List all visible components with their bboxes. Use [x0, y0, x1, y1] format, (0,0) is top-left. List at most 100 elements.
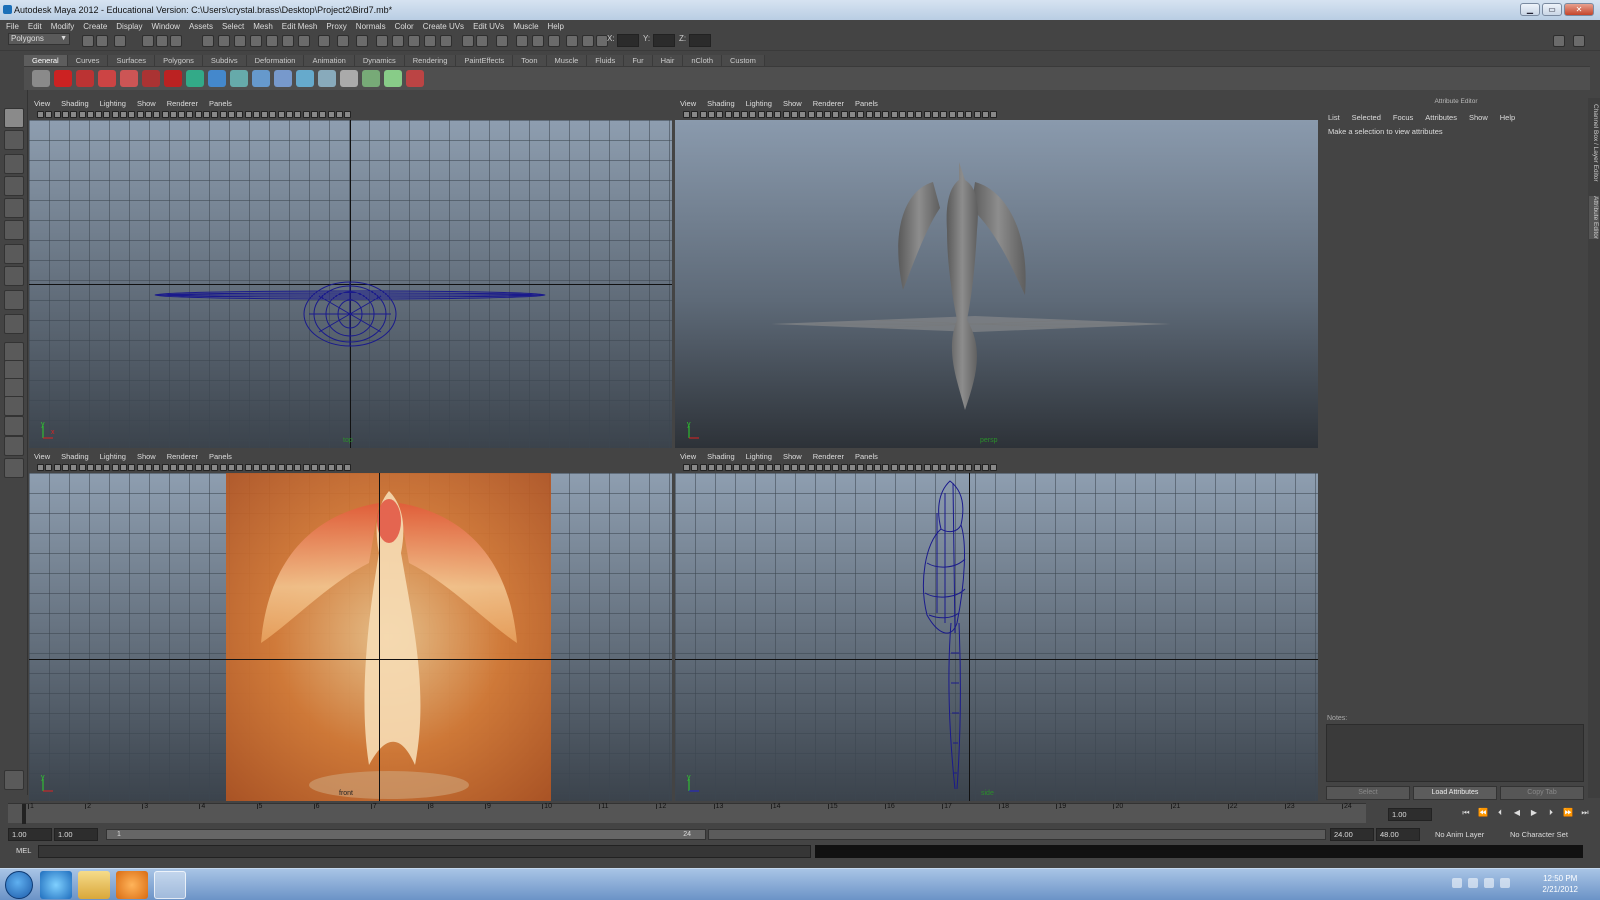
- command-language-label[interactable]: MEL: [16, 846, 31, 855]
- panel-tool-icon[interactable]: [169, 111, 177, 118]
- panel-tool-icon[interactable]: [111, 111, 119, 118]
- panel-tool-icon[interactable]: [724, 464, 732, 471]
- shelf-tool-icon[interactable]: [54, 70, 72, 87]
- panel-menu-show[interactable]: Show: [783, 99, 802, 108]
- status-tool-icon[interactable]: [218, 35, 230, 47]
- panel-menu-shading[interactable]: Shading: [61, 452, 89, 461]
- panel-tool-icon[interactable]: [302, 464, 310, 471]
- menu-create-uvs[interactable]: Create UVs: [423, 22, 464, 31]
- shelf-tool-icon[interactable]: [252, 70, 270, 87]
- shelf-tool-icon[interactable]: [362, 70, 380, 87]
- panel-tool-icon[interactable]: [344, 111, 352, 118]
- tool-icon[interactable]: [4, 220, 24, 240]
- panel-menu-show[interactable]: Show: [137, 452, 156, 461]
- panel-tool-icon[interactable]: [203, 111, 210, 118]
- anim-layer-dropdown[interactable]: No Anim Layer: [1435, 830, 1484, 839]
- attr-menu-attributes[interactable]: Attributes: [1425, 113, 1457, 122]
- playback-button-icon[interactable]: ⏩: [1562, 808, 1574, 818]
- y-field[interactable]: [653, 34, 675, 47]
- tool-icon[interactable]: [4, 290, 24, 310]
- status-tool-icon[interactable]: [96, 35, 108, 47]
- internet-explorer-icon[interactable]: [40, 871, 72, 899]
- panel-tool-icon[interactable]: [766, 111, 773, 118]
- panel-tool-icon[interactable]: [78, 464, 86, 471]
- menu-normals[interactable]: Normals: [356, 22, 386, 31]
- panel-tool-icon[interactable]: [724, 111, 732, 118]
- panel-menu-view[interactable]: View: [680, 99, 696, 108]
- panel-tool-icon[interactable]: [103, 464, 111, 471]
- panel-menu-renderer[interactable]: Renderer: [813, 99, 844, 108]
- shelf-tool-icon[interactable]: [186, 70, 204, 87]
- status-tool-icon[interactable]: [476, 35, 488, 47]
- viewport-canvas-front[interactable]: y front: [29, 473, 672, 801]
- panel-menu-view[interactable]: View: [34, 99, 50, 108]
- panel-tool-icon[interactable]: [335, 464, 343, 471]
- panel-tool-icon[interactable]: [882, 464, 890, 471]
- panel-tool-icon[interactable]: [782, 464, 790, 471]
- status-tool-icon[interactable]: [250, 35, 262, 47]
- shelf-tool-icon[interactable]: [384, 70, 402, 87]
- status-tool-icon[interactable]: [392, 35, 404, 47]
- panel-tool-icon[interactable]: [790, 464, 798, 471]
- playback-button-icon[interactable]: ◀: [1511, 808, 1523, 818]
- layout-icon[interactable]: [1553, 35, 1565, 47]
- status-tool-icon[interactable]: [202, 35, 214, 47]
- tool-icon[interactable]: [4, 154, 24, 174]
- status-tool-icon[interactable]: [462, 35, 474, 47]
- panel-tool-icon[interactable]: [699, 464, 707, 471]
- panel-tool-icon[interactable]: [86, 464, 94, 471]
- panel-tool-icon[interactable]: [824, 464, 832, 471]
- panel-tool-icon[interactable]: [990, 111, 998, 118]
- shelf-tool-icon[interactable]: [98, 70, 116, 87]
- panel-tool-icon[interactable]: [915, 111, 923, 118]
- menu-create[interactable]: Create: [83, 22, 107, 31]
- panel-tool-icon[interactable]: [302, 111, 310, 118]
- status-tool-icon[interactable]: [82, 35, 94, 47]
- panel-tool-icon[interactable]: [178, 464, 186, 471]
- panel-menu-panels[interactable]: Panels: [209, 99, 232, 108]
- menu-set-dropdown[interactable]: Polygons ▼: [8, 33, 70, 45]
- panel-tool-icon[interactable]: [53, 111, 61, 118]
- panel-tool-icon[interactable]: [757, 464, 765, 471]
- panel-tool-icon[interactable]: [832, 464, 840, 471]
- menu-color[interactable]: Color: [395, 22, 414, 31]
- panel-tool-icon[interactable]: [873, 464, 881, 471]
- panel-tool-icon[interactable]: [219, 111, 227, 118]
- status-tool-icon[interactable]: [266, 35, 278, 47]
- panel-tool-icon[interactable]: [286, 111, 293, 118]
- panel-tool-icon[interactable]: [832, 111, 840, 118]
- panel-tool-icon[interactable]: [178, 111, 186, 118]
- menu-mesh[interactable]: Mesh: [253, 22, 273, 31]
- attr-menu-focus[interactable]: Focus: [1393, 113, 1413, 122]
- panel-tool-icon[interactable]: [169, 464, 177, 471]
- panel-tool-icon[interactable]: [683, 111, 690, 118]
- status-tool-icon[interactable]: [282, 35, 294, 47]
- menu-edit-mesh[interactable]: Edit Mesh: [282, 22, 318, 31]
- menu-proxy[interactable]: Proxy: [326, 22, 346, 31]
- status-tool-icon[interactable]: [548, 35, 560, 47]
- panel-tool-icon[interactable]: [890, 111, 898, 118]
- panel-tool-icon[interactable]: [244, 464, 252, 471]
- panel-tool-icon[interactable]: [95, 111, 103, 118]
- panel-menu-shading[interactable]: Shading: [707, 99, 735, 108]
- panel-tool-icon[interactable]: [873, 111, 881, 118]
- panel-menu-show[interactable]: Show: [783, 452, 802, 461]
- viewport-canvas-top[interactable]: yx top: [29, 120, 672, 448]
- panel-tool-icon[interactable]: [70, 111, 78, 118]
- panel-tool-icon[interactable]: [319, 111, 327, 118]
- panel-tool-icon[interactable]: [310, 464, 318, 471]
- panel-tool-icon[interactable]: [186, 111, 194, 118]
- panel-tool-icon[interactable]: [261, 464, 269, 471]
- panel-tool-icon[interactable]: [294, 464, 302, 471]
- panel-tool-icon[interactable]: [973, 111, 981, 118]
- panel-tool-icon[interactable]: [890, 464, 898, 471]
- playhead[interactable]: [22, 804, 26, 824]
- panel-menu-renderer[interactable]: Renderer: [167, 99, 198, 108]
- menu-edit[interactable]: Edit: [28, 22, 42, 31]
- status-tool-icon[interactable]: [318, 35, 330, 47]
- status-tool-icon[interactable]: [516, 35, 528, 47]
- panel-tool-icon[interactable]: [973, 464, 981, 471]
- panel-menu-panels[interactable]: Panels: [855, 452, 878, 461]
- panel-tool-icon[interactable]: [691, 111, 699, 118]
- panel-tool-icon[interactable]: [161, 111, 169, 118]
